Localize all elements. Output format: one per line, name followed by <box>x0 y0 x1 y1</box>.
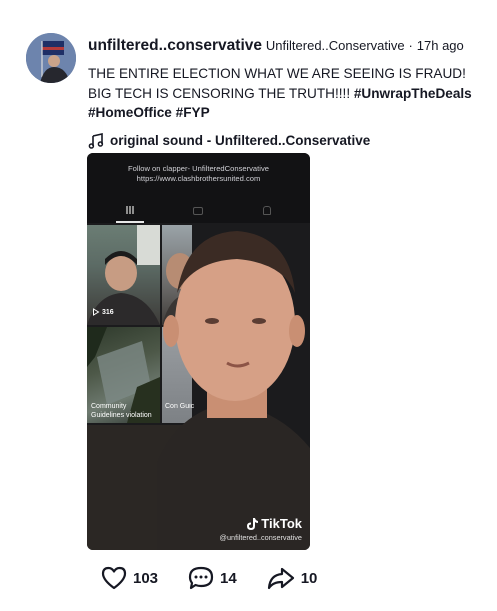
author-line: unfiltered..conservative Unfiltered..Con… <box>88 35 477 56</box>
heart-icon <box>101 566 127 590</box>
play-icon <box>93 308 100 316</box>
watermark-brand: TikTok <box>261 516 302 531</box>
post-time: 17h ago <box>416 38 464 53</box>
comment-icon <box>188 566 214 590</box>
hashtag-homeoffice[interactable]: #HomeOffice <box>88 105 172 120</box>
author-username[interactable]: unfiltered..conservative <box>88 37 262 54</box>
post-header: unfiltered..conservative Unfiltered..Con… <box>88 35 477 149</box>
like-count: 103 <box>133 569 159 587</box>
follow-line-2: https://www.clashbrothersunited.com <box>136 174 261 183</box>
share-arrow-icon <box>267 567 294 590</box>
view-count-value: 316 <box>102 308 114 316</box>
separator-dot: · <box>408 38 413 53</box>
guidelines-violation-label: Community Guidelines violation <box>91 403 152 419</box>
share-button[interactable]: 10 <box>267 566 318 590</box>
hashtag-fyp[interactable]: #FYP <box>176 105 210 120</box>
share-count: 10 <box>300 569 318 587</box>
comment-count: 14 <box>220 569 237 587</box>
active-tab-indicator <box>116 221 144 223</box>
like-button[interactable]: 103 <box>101 566 158 590</box>
view-count: 316 <box>92 308 114 316</box>
presenter-face <box>157 231 310 550</box>
follow-line-1: Follow on clapper- UnfilteredConservativ… <box>128 164 269 173</box>
tiktok-logo-icon <box>247 517 259 530</box>
video-follow-text: Follow on clapper- UnfilteredConservativ… <box>87 164 310 184</box>
sound-label: original sound - Unfiltered..Conservativ… <box>110 133 371 148</box>
comment-button[interactable]: 14 <box>188 566 237 590</box>
post-caption: THE ENTIRE ELECTION WHAT WE ARE SEEING I… <box>88 64 478 123</box>
author-nickname[interactable]: Unfiltered..Conservative <box>266 38 405 53</box>
action-bar: 103 14 10 <box>101 566 347 590</box>
grid-tab-icon <box>126 206 134 214</box>
sound-link[interactable]: original sound - Unfiltered..Conservativ… <box>88 132 477 149</box>
avatar[interactable] <box>26 33 76 83</box>
hashtag-unwrapthedeals[interactable]: #UnwrapTheDeals <box>354 86 472 101</box>
watermark-handle: @unfiltered..conservative <box>219 533 302 542</box>
music-note-icon <box>88 132 104 149</box>
tiktok-watermark: TikTok @unfiltered..conservative <box>220 516 302 542</box>
video-player[interactable]: Follow on clapper- UnfilteredConservativ… <box>87 153 310 550</box>
